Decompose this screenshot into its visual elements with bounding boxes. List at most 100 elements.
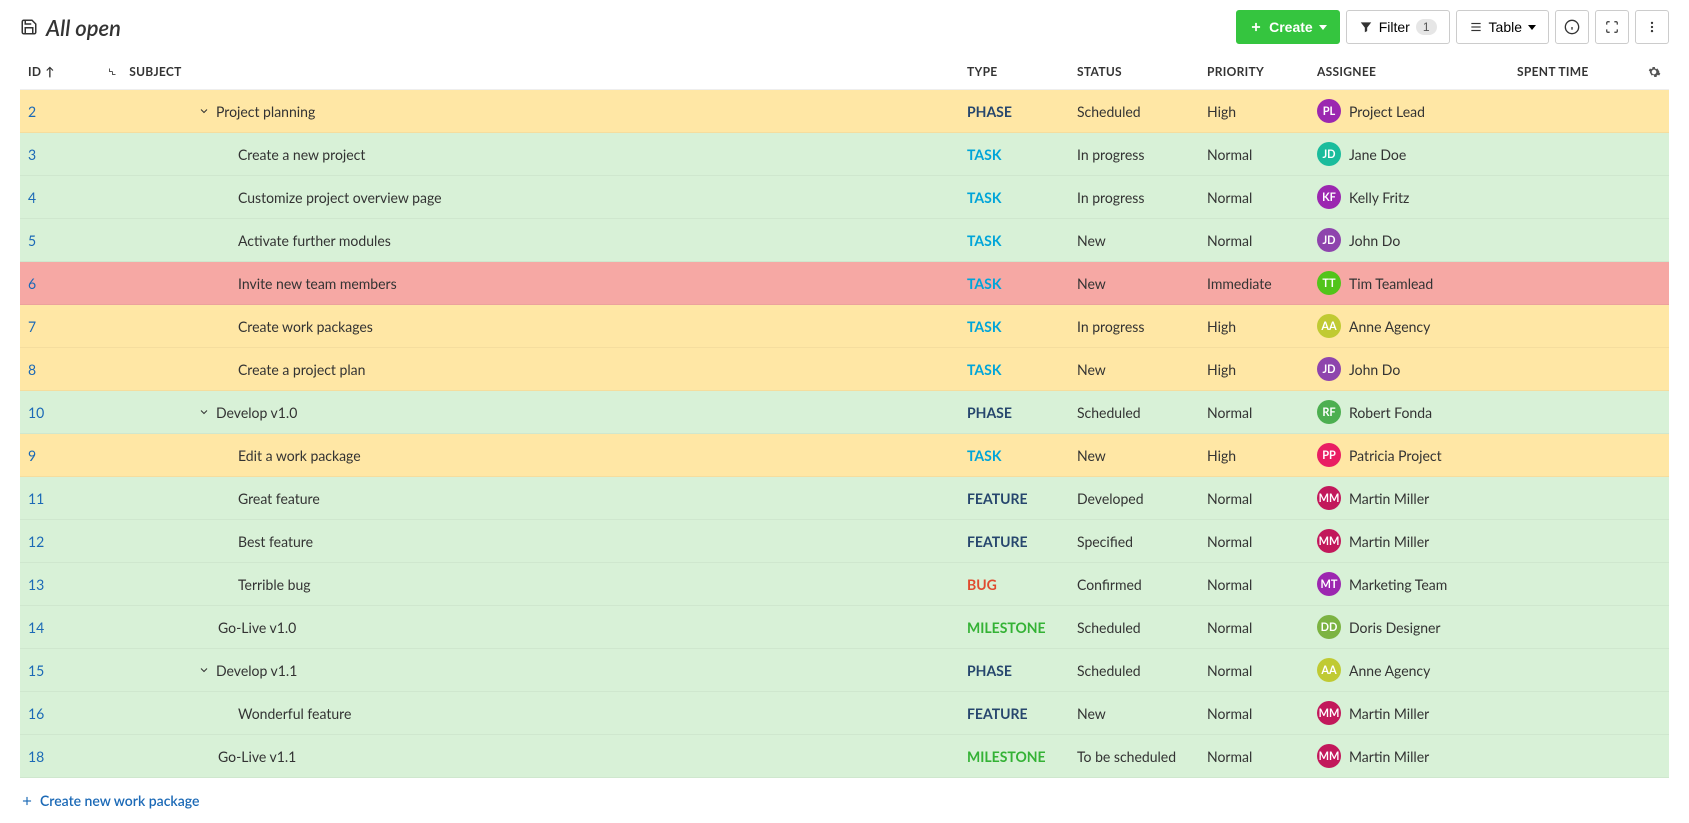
more-menu-button[interactable] [1635,10,1669,44]
assignee[interactable]: MMMartin Miller [1317,529,1501,553]
work-package-id-link[interactable]: 18 [28,748,44,765]
work-package-subject[interactable]: Develop v1.1 [216,662,297,679]
expand-toggle[interactable] [198,105,210,117]
work-package-subject[interactable]: Invite new team members [238,275,397,292]
work-package-id-link[interactable]: 16 [28,705,44,722]
work-package-subject[interactable]: Edit a work package [238,447,361,464]
table-row[interactable]: 5Activate further modulesTASKNewNormalJD… [20,219,1669,262]
assignee-name: Robert Fonda [1349,404,1432,421]
table-row[interactable]: 4Customize project overview pageTASKIn p… [20,176,1669,219]
work-package-id-link[interactable]: 15 [28,662,44,679]
table-row[interactable]: 15Develop v1.1PHASEScheduledNormalAAAnne… [20,649,1669,692]
expand-toggle[interactable] [198,406,210,418]
column-header-priority[interactable]: PRIORITY [1199,54,1309,90]
table-row[interactable]: 18Go-Live v1.1MILESTONETo be scheduledNo… [20,735,1669,778]
work-package-id-link[interactable]: 10 [28,404,44,421]
column-header-status[interactable]: STATUS [1069,54,1199,90]
work-package-subject[interactable]: Create a new project [238,146,365,163]
work-package-id-link[interactable]: 6 [28,275,36,292]
assignee[interactable]: KFKelly Fritz [1317,185,1501,209]
column-header-spent-time[interactable]: SPENT TIME [1509,54,1639,90]
spent-time-cell [1509,649,1639,692]
fullscreen-button[interactable] [1595,10,1629,44]
work-package-status: Confirmed [1069,563,1199,606]
assignee[interactable]: PPPatricia Project [1317,443,1501,467]
work-package-id-link[interactable]: 8 [28,361,36,378]
work-package-id-link[interactable]: 11 [28,490,44,507]
table-row[interactable]: 6Invite new team membersTASKNewImmediate… [20,262,1669,305]
assignee-name: Project Lead [1349,103,1425,120]
assignee[interactable]: MTMarketing Team [1317,572,1501,596]
work-package-id-link[interactable]: 2 [28,103,36,120]
assignee[interactable]: JDJohn Do [1317,357,1501,381]
assignee[interactable]: JDJane Doe [1317,142,1501,166]
work-package-id-link[interactable]: 13 [28,576,44,593]
work-package-subject[interactable]: Best feature [238,533,313,550]
work-package-status: In progress [1069,176,1199,219]
table-row[interactable]: 2Project planningPHASEScheduledHighPLPro… [20,90,1669,133]
table-row[interactable]: 11Great featureFEATUREDevelopedNormalMMM… [20,477,1669,520]
work-package-id-link[interactable]: 9 [28,447,36,464]
table-row[interactable]: 13Terrible bugBUGConfirmedNormalMTMarket… [20,563,1669,606]
work-package-subject[interactable]: Create a project plan [238,361,365,378]
work-package-subject[interactable]: Activate further modules [238,232,391,249]
avatar: AA [1317,658,1341,682]
avatar: MM [1317,529,1341,553]
column-header-type[interactable]: TYPE [959,54,1069,90]
work-package-id-link[interactable]: 7 [28,318,36,335]
assignee[interactable]: PLProject Lead [1317,99,1501,123]
view-title[interactable]: All open [20,14,121,41]
kebab-icon [1645,20,1659,34]
assignee[interactable]: MMMartin Miller [1317,744,1501,768]
table-row[interactable]: 8Create a project planTASKNewHighJDJohn … [20,348,1669,391]
table-row[interactable]: 14Go-Live v1.0MILESTONEScheduledNormalDD… [20,606,1669,649]
assignee[interactable]: TTTim Teamlead [1317,271,1501,295]
work-package-id-link[interactable]: 14 [28,619,44,636]
work-package-subject[interactable]: Go-Live v1.0 [218,619,296,636]
avatar: MM [1317,701,1341,725]
work-package-subject[interactable]: Develop v1.0 [216,404,297,421]
work-package-subject[interactable]: Terrible bug [238,576,311,593]
work-package-id-link[interactable]: 3 [28,146,36,163]
work-package-id-link[interactable]: 4 [28,189,36,206]
view-mode-button[interactable]: Table [1456,10,1549,44]
table-row[interactable]: 3Create a new projectTASKIn progressNorm… [20,133,1669,176]
column-header-assignee[interactable]: ASSIGNEE [1309,54,1509,90]
work-package-subject[interactable]: Create work packages [238,318,373,335]
assignee[interactable]: RFRobert Fonda [1317,400,1501,424]
work-package-subject[interactable]: Go-Live v1.1 [218,748,296,765]
assignee[interactable]: MMMartin Miller [1317,486,1501,510]
info-button[interactable] [1555,10,1589,44]
work-package-subject[interactable]: Project planning [216,103,315,120]
work-package-type: TASK [959,219,1069,262]
create-work-package-link[interactable]: Create new work package [0,778,1689,823]
spent-time-cell [1509,90,1639,133]
assignee[interactable]: JDJohn Do [1317,228,1501,252]
work-package-subject[interactable]: Great feature [238,490,320,507]
create-button[interactable]: Create [1236,10,1340,44]
table-row[interactable]: 7Create work packagesTASKIn progressHigh… [20,305,1669,348]
work-package-id-link[interactable]: 12 [28,533,44,550]
table-row[interactable]: 10Develop v1.0PHASEScheduledNormalRFRobe… [20,391,1669,434]
save-icon [20,18,38,36]
assignee[interactable]: AAAnne Agency [1317,314,1501,338]
table-row[interactable]: 16Wonderful featureFEATURENewNormalMMMar… [20,692,1669,735]
expand-toggle[interactable] [198,664,210,676]
avatar: TT [1317,271,1341,295]
filter-button[interactable]: Filter 1 [1346,10,1450,44]
work-package-type: MILESTONE [959,606,1069,649]
column-header-id[interactable]: ID↑ [20,54,100,90]
work-package-subject[interactable]: Wonderful feature [238,705,351,722]
work-package-status: New [1069,434,1199,477]
assignee[interactable]: DDDoris Designer [1317,615,1501,639]
avatar: JD [1317,357,1341,381]
table-row[interactable]: 9Edit a work packageTASKNewHighPPPatrici… [20,434,1669,477]
column-header-subject[interactable]: SUBJECT [100,54,959,90]
work-package-id-link[interactable]: 5 [28,232,36,249]
work-package-type: TASK [959,305,1069,348]
table-row[interactable]: 12Best featureFEATURESpecifiedNormalMMMa… [20,520,1669,563]
work-package-subject[interactable]: Customize project overview page [238,189,442,206]
column-config-button[interactable] [1639,54,1669,90]
assignee[interactable]: AAAnne Agency [1317,658,1501,682]
assignee[interactable]: MMMartin Miller [1317,701,1501,725]
